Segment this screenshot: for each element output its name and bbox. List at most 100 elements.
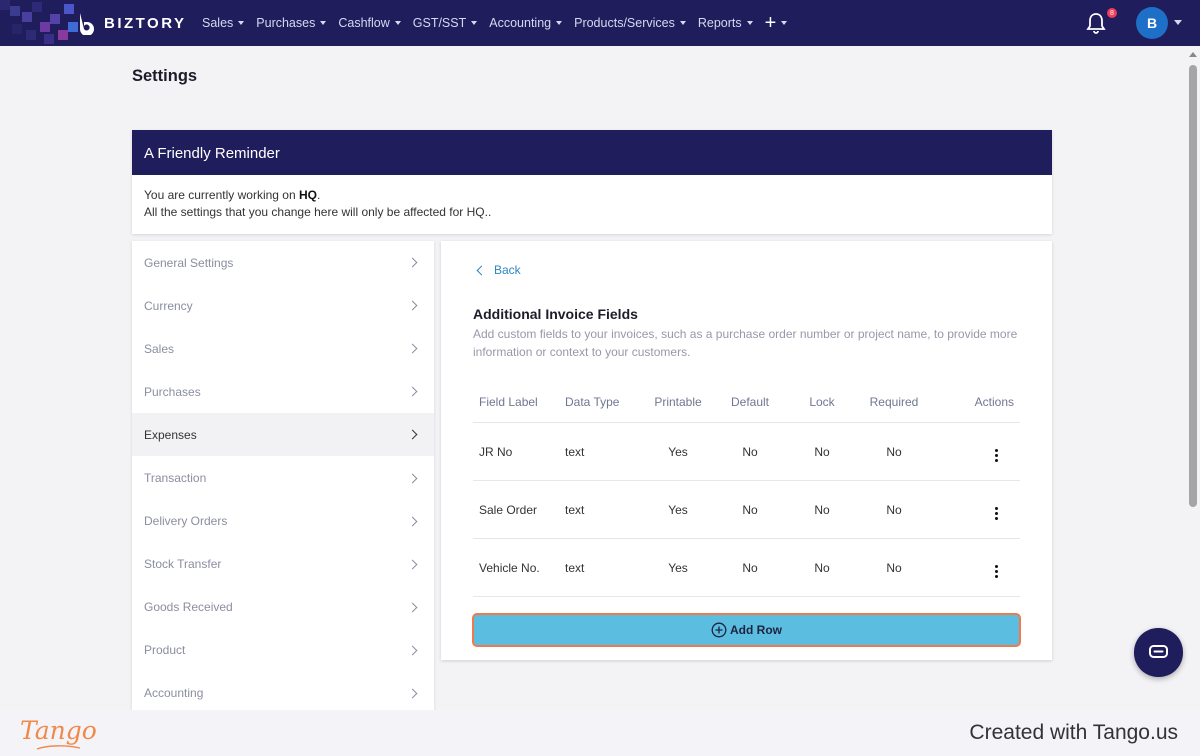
nav-accounting-label: Accounting [489,16,552,30]
scroll-thumb[interactable] [1189,65,1197,507]
table-row: Vehicle No. text Yes No No No [473,539,1020,597]
sidebar-item-delivery-orders[interactable]: Delivery Orders [132,500,434,543]
sidebar-item-stock-transfer[interactable]: Stock Transfer [132,543,434,586]
sidebar-item-label: Goods Received [144,600,233,615]
chevron-right-icon [407,343,418,354]
reminder-line-1-prefix: You are currently working on [144,188,299,202]
required-cell: No [886,560,902,575]
nav-products-services[interactable]: Products/Services [574,16,686,30]
add-row-button[interactable]: Add Row [472,613,1021,647]
sidebar-item-label: Accounting [144,686,204,701]
back-label: Back [494,263,521,277]
sidebar-item-expenses[interactable]: Expenses [132,413,434,457]
back-link[interactable]: Back [476,263,521,277]
chevron-down-icon [556,21,563,25]
data-type-cell: text [565,502,585,517]
chevron-right-icon [407,429,418,440]
data-type-cell: text [565,560,585,575]
brand-logo-icon [80,13,94,35]
actions-cell [925,557,1020,578]
chevron-down-icon[interactable] [1174,20,1182,25]
scroll-up-arrow-icon[interactable] [1189,52,1197,57]
sidebar-item-transaction[interactable]: Transaction [132,456,434,499]
sidebar-item-accounting[interactable]: Accounting [132,672,434,710]
sidebar-item-currency[interactable]: Currency [132,284,434,327]
column-header: Data Type [565,394,620,409]
nav-purchases[interactable]: Purchases [256,16,327,30]
chevron-right-icon [407,688,418,699]
nav-accounting[interactable]: Accounting [489,16,563,30]
reminder-line-1: You are currently working on HQ. [144,187,1040,204]
friendly-reminder-card: A Friendly Reminder You are currently wo… [132,130,1052,234]
sidebar-item-label: Stock Transfer [144,557,222,572]
nav-reports-label: Reports [697,16,742,30]
chevron-down-icon [320,21,327,25]
brand-name: BIZTORY [104,14,187,32]
nav-purchases-label: Purchases [256,16,316,30]
reminder-branch-name: HQ [298,188,317,202]
user-avatar[interactable]: B [1136,7,1168,39]
top-navbar: BIZTORY Sales Purchases Cashflow GST/SST… [0,0,1200,46]
actions-cell [925,441,1020,462]
column-header: Required [869,394,919,409]
column-header: Printable [654,394,702,409]
plus-icon: + [764,12,777,34]
section-title: Additional Invoice Fields [473,306,638,322]
sidebar-item-purchases[interactable]: Purchases [132,370,434,413]
settings-sidebar: General Settings Currency Sales Purchase… [132,241,434,710]
page-scrollbar[interactable] [1186,46,1200,710]
bell-icon[interactable] [1086,12,1106,34]
section-description: Add custom fields to your invoices, such… [473,327,1018,359]
nav-reports[interactable]: Reports [698,16,753,30]
actions-cell [925,499,1020,520]
nav-cashflow[interactable]: Cashflow [338,16,401,30]
lock-cell: No [814,444,830,459]
reminder-body: You are currently working on HQ. All the… [132,175,1052,233]
fields-table: Field Label Data Type Printable Default … [473,381,1020,597]
sidebar-item-sales[interactable]: Sales [132,327,434,370]
more-vertical-icon[interactable] [990,507,1002,520]
column-header: Field Label [479,394,538,409]
chevron-right-icon [407,516,418,527]
chevron-down-icon [679,21,686,25]
sidebar-item-label: Sales [144,341,175,356]
plus-circle-icon [711,622,727,638]
sidebar-item-label: Delivery Orders [144,514,228,529]
printable-cell: Yes [668,502,688,517]
chevron-right-icon [407,257,418,268]
sidebar-item-goods-received[interactable]: Goods Received [132,586,434,629]
nav-gst-sst[interactable]: GST/SST [413,16,478,30]
sidebar-item-product[interactable]: Product [132,629,434,672]
chevron-right-icon [407,602,418,613]
required-cell: No [886,502,902,517]
chevron-down-icon [746,21,753,25]
nav-quick-add[interactable]: + [765,13,788,33]
chevron-down-icon [471,21,478,25]
page-title: Settings [132,67,198,85]
nav-sales[interactable]: Sales [202,16,245,30]
chevron-right-icon [407,559,418,570]
sidebar-item-general-settings[interactable]: General Settings [132,241,434,284]
sidebar-item-label: Expenses [144,427,197,442]
tango-logo: Tango [20,716,97,745]
sidebar-item-label: Product [144,643,186,658]
sidebar-item-label: General Settings [144,255,234,270]
field-label-cell: JR No [479,444,513,459]
additional-invoice-fields-panel: Back Additional Invoice Fields Add custo… [441,241,1052,660]
sidebar-item-label: Purchases [144,384,201,399]
more-vertical-icon[interactable] [990,565,1002,578]
field-label-cell: Vehicle No. [479,560,540,575]
default-cell: No [742,502,758,517]
created-with-text: Created with Tango.us [969,721,1178,744]
brand-logo[interactable]: BIZTORY [76,11,187,35]
table-row: Sale Order text Yes No No No [473,481,1020,539]
chat-support-button[interactable] [1134,628,1183,677]
default-cell: No [742,560,758,575]
sidebar-item-label: Transaction [144,471,207,486]
chevron-right-icon [407,386,418,397]
add-row-label: Add Row [730,623,782,637]
chevron-down-icon [781,21,788,25]
more-vertical-icon[interactable] [990,449,1002,462]
table-row: JR No text Yes No No No [473,423,1020,481]
chevron-down-icon [238,21,245,25]
